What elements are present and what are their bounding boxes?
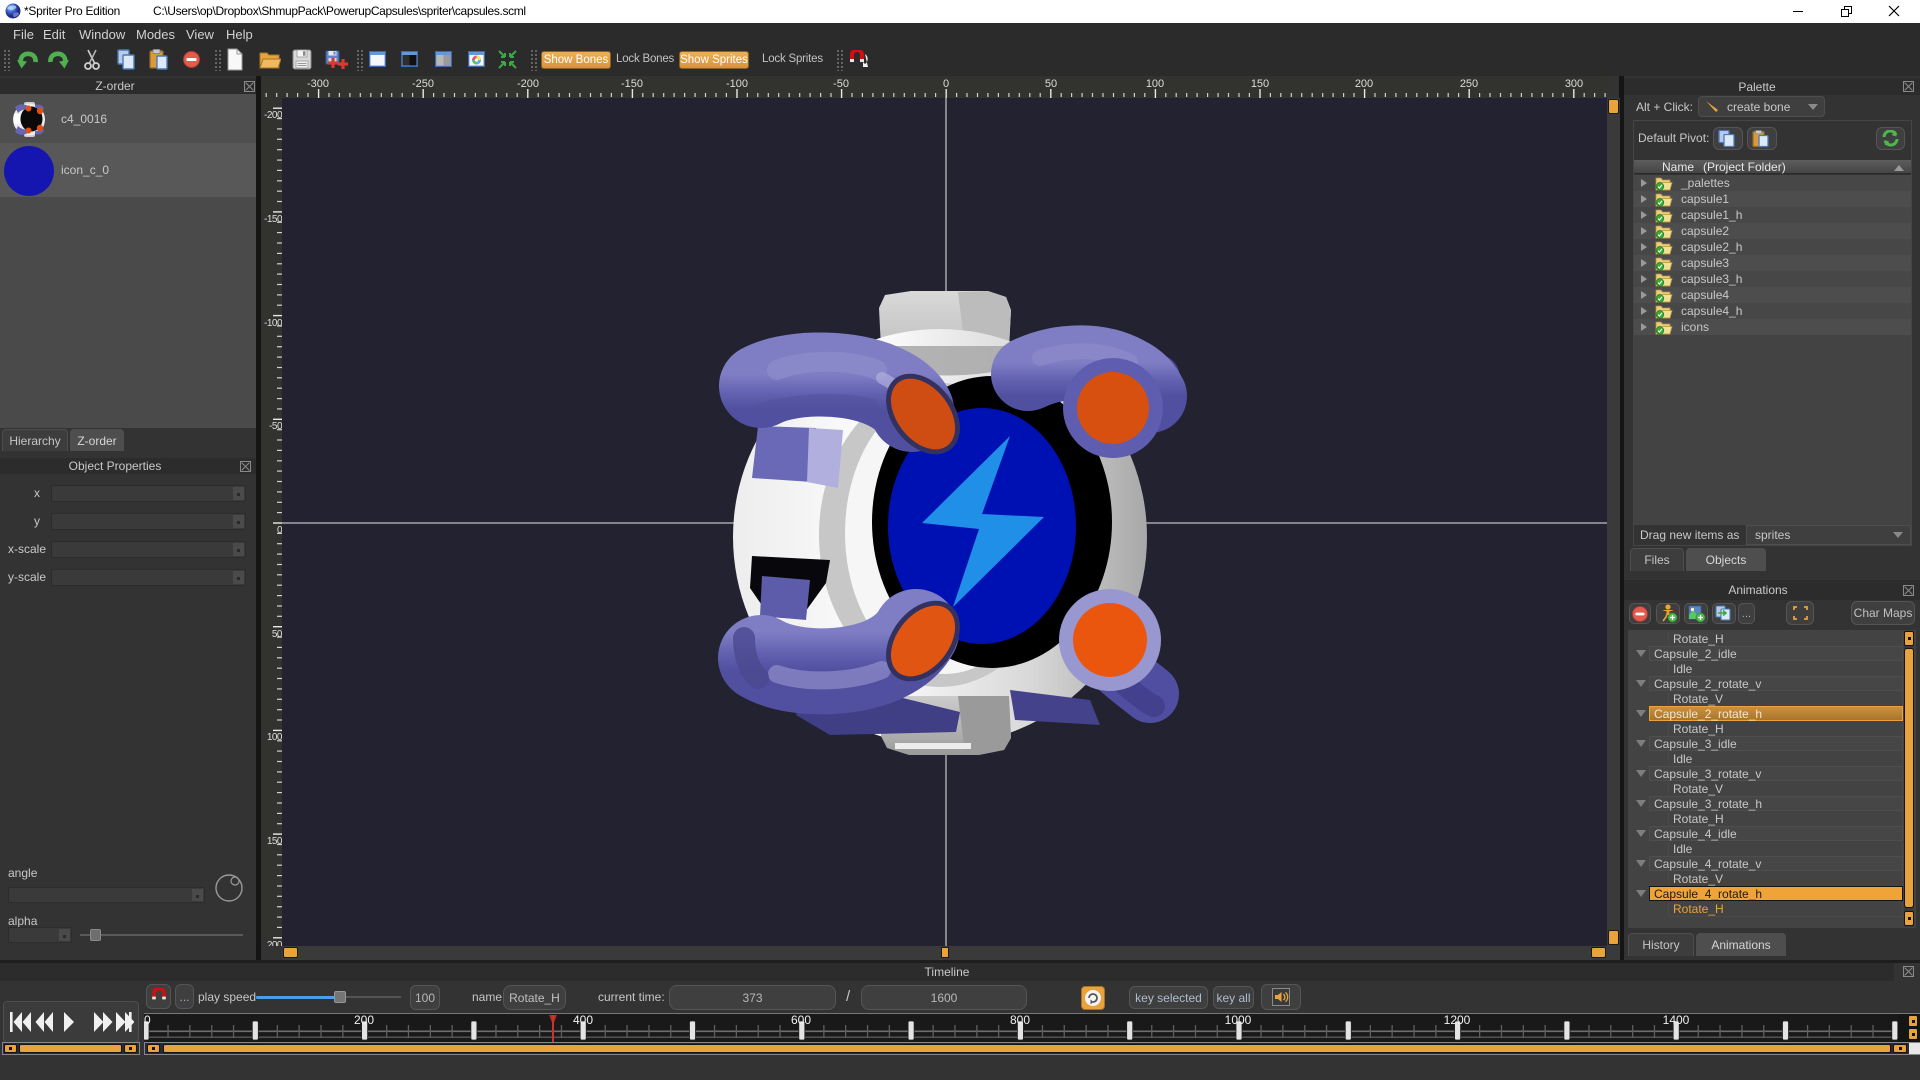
svg-text:0: 0 (943, 78, 949, 90)
svg-text:-150: -150 (621, 78, 643, 90)
svg-text:-50: -50 (269, 421, 282, 432)
svg-text:-250: -250 (412, 78, 434, 90)
svg-text:600: 600 (791, 1013, 811, 1027)
svg-text:50: 50 (1045, 78, 1057, 90)
svg-text:0: 0 (144, 1013, 151, 1027)
svg-text:-50: -50 (833, 78, 849, 90)
svg-text:-200: -200 (264, 110, 282, 121)
svg-text:-100: -100 (264, 318, 282, 329)
svg-text:200: 200 (354, 1013, 374, 1027)
svg-text:1400: 1400 (1663, 1013, 1690, 1027)
svg-text:150: 150 (267, 836, 282, 847)
svg-text:-100: -100 (726, 78, 748, 90)
svg-text:800: 800 (1010, 1013, 1030, 1027)
svg-text:50: 50 (272, 629, 282, 640)
svg-text:1200: 1200 (1444, 1013, 1471, 1027)
svg-text:300: 300 (1565, 78, 1583, 90)
svg-text:0: 0 (277, 525, 282, 536)
svg-text:1000: 1000 (1225, 1013, 1252, 1027)
svg-text:-200: -200 (517, 78, 539, 90)
svg-text:-300: -300 (307, 78, 329, 90)
svg-text:250: 250 (1460, 78, 1478, 90)
svg-text:-150: -150 (264, 214, 282, 225)
svg-text:100: 100 (1146, 78, 1164, 90)
svg-text:200: 200 (267, 940, 282, 946)
svg-text:200: 200 (1355, 78, 1373, 90)
svg-text:400: 400 (573, 1013, 593, 1027)
svg-text:100: 100 (267, 732, 282, 743)
svg-text:150: 150 (1251, 78, 1269, 90)
